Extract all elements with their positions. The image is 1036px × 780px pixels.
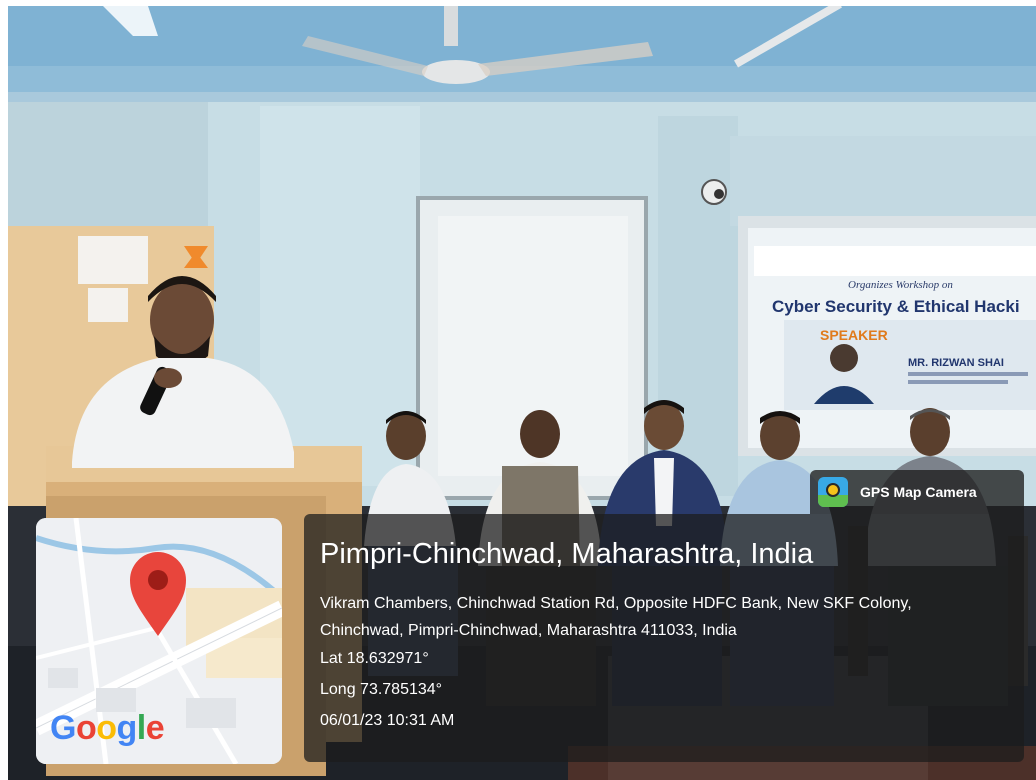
- google-logo-letter: o: [96, 709, 117, 747]
- gps-info-panel: Pimpri-Chinchwad, Maharashtra, India Vik…: [304, 514, 1024, 762]
- google-logo-letter: o: [75, 709, 97, 747]
- google-logo-letter: G: [50, 709, 76, 747]
- gps-map-camera-icon: [818, 477, 848, 507]
- svg-text:Organizes Workshop on: Organizes Workshop on: [848, 279, 953, 291]
- location-title: Pimpri-Chinchwad, Maharashtra, India: [320, 538, 814, 570]
- app-name: GPS Map Camera: [860, 484, 977, 500]
- latitude-text: Lat 18.632971°: [320, 650, 429, 667]
- svg-text:SPEAKER: SPEAKER: [820, 327, 888, 343]
- google-logo-letter: g: [116, 709, 138, 747]
- gps-app-badge: GPS Map Camera: [810, 470, 1024, 514]
- svg-text:Cyber Security & Ethical Hacki: Cyber Security & Ethical Hacki: [772, 297, 1020, 316]
- photo-frame: Organizes Workshop on Cyber Security & E…: [0, 0, 1036, 780]
- timestamp-text: 06/01/23 10:31 AM: [320, 712, 455, 729]
- location-address: Vikram Chambers, Chinchwad Station Rd, O…: [320, 595, 912, 639]
- google-logo-letter: l: [136, 709, 146, 747]
- map-thumbnail[interactable]: Google: [36, 518, 282, 764]
- svg-text:MR. RIZWAN SHAI: MR. RIZWAN SHAI: [908, 357, 1004, 369]
- longitude-text: Long 73.785134°: [320, 681, 443, 698]
- google-logo-letter: e: [145, 709, 165, 747]
- google-logo: Google: [50, 709, 165, 748]
